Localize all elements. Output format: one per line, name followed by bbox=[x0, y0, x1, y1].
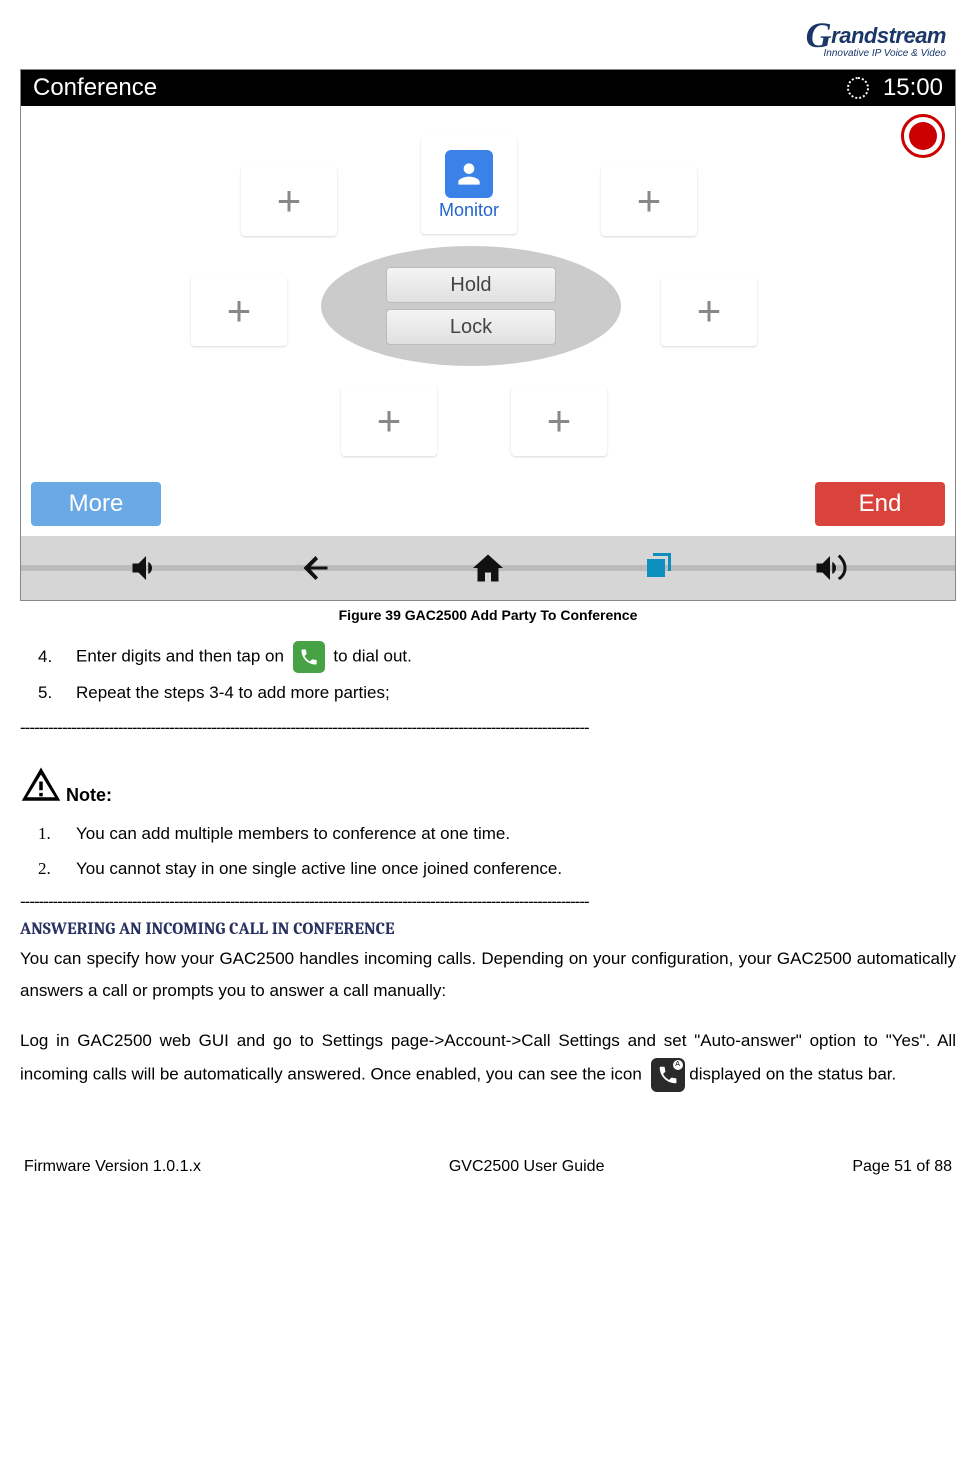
logo-g: G bbox=[806, 15, 832, 55]
paragraph: You can specify how your GAC2500 handles… bbox=[20, 943, 956, 1008]
note-label: Note: bbox=[66, 785, 112, 806]
refresh-icon bbox=[847, 77, 869, 99]
plus-icon: + bbox=[547, 400, 572, 442]
monitor-tile[interactable]: Monitor bbox=[421, 136, 517, 234]
note-list: 1. You can add multiple members to confe… bbox=[20, 820, 956, 884]
page-footer: Firmware Version 1.0.1.x GVC2500 User Gu… bbox=[20, 1158, 956, 1176]
footer-right: Page 51 of 88 bbox=[852, 1158, 952, 1176]
back-icon[interactable] bbox=[297, 548, 337, 588]
add-slot[interactable]: + bbox=[241, 166, 337, 236]
recent-apps-icon[interactable] bbox=[639, 548, 679, 588]
figure-caption: Figure 39 GAC2500 Add Party To Conferenc… bbox=[20, 607, 956, 623]
plus-icon: + bbox=[227, 290, 252, 332]
center-controls: Hold Lock bbox=[321, 246, 621, 366]
app-title: Conference bbox=[33, 74, 157, 102]
logo-text: randstream bbox=[831, 23, 946, 48]
plus-icon: + bbox=[637, 180, 662, 222]
add-slot[interactable]: + bbox=[191, 276, 287, 346]
brand-logo: Grandstream Innovative IP Voice & Video bbox=[20, 10, 956, 59]
lock-button[interactable]: Lock bbox=[386, 309, 556, 345]
divider: ----------------------------------------… bbox=[20, 718, 956, 738]
more-button[interactable]: More bbox=[31, 482, 161, 526]
record-button[interactable] bbox=[901, 114, 945, 158]
footer-center: GVC2500 User Guide bbox=[449, 1158, 605, 1176]
section-heading: ANSWERING AN INCOMING CALL IN CONFERENCE bbox=[20, 920, 956, 939]
step-number: 4. bbox=[38, 643, 62, 672]
note-number: 2. bbox=[38, 855, 62, 884]
list-item: 5. Repeat the steps 3-4 to add more part… bbox=[20, 679, 956, 708]
plus-icon: + bbox=[277, 180, 302, 222]
paragraph-text: displayed on the status bar. bbox=[689, 1064, 896, 1083]
paragraph: Log in GAC2500 web GUI and go to Setting… bbox=[20, 1025, 956, 1091]
clock-time: 15:00 bbox=[883, 74, 943, 102]
volume-down-icon[interactable] bbox=[126, 548, 166, 588]
step-text: Repeat the steps 3-4 to add more parties… bbox=[76, 679, 390, 708]
warning-icon bbox=[20, 764, 62, 806]
note-text: You can add multiple members to conferen… bbox=[76, 820, 510, 849]
plus-icon: + bbox=[377, 400, 402, 442]
note-text: You cannot stay in one single active lin… bbox=[76, 855, 562, 884]
plus-icon: + bbox=[697, 290, 722, 332]
list-item: 2. You cannot stay in one single active … bbox=[20, 855, 956, 884]
note-header: Note: bbox=[20, 764, 956, 806]
add-slot[interactable]: + bbox=[341, 386, 437, 456]
step-list: 4. Enter digits and then tap on to dial … bbox=[20, 641, 956, 708]
status-bar: Conference 15:00 bbox=[21, 70, 955, 106]
hold-button[interactable]: Hold bbox=[386, 267, 556, 303]
end-button[interactable]: End bbox=[815, 482, 945, 526]
nav-bar bbox=[21, 536, 955, 600]
conference-body: + + + + + + Monitor Hold Lock More End bbox=[21, 106, 955, 536]
note-number: 1. bbox=[38, 820, 62, 849]
home-icon[interactable] bbox=[468, 548, 508, 588]
auto-answer-icon: A bbox=[651, 1058, 685, 1092]
add-slot[interactable]: + bbox=[661, 276, 757, 346]
footer-left: Firmware Version 1.0.1.x bbox=[24, 1158, 201, 1176]
person-icon bbox=[445, 150, 493, 198]
list-item: 1. You can add multiple members to confe… bbox=[20, 820, 956, 849]
dial-icon bbox=[293, 641, 325, 673]
add-slot[interactable]: + bbox=[511, 386, 607, 456]
step-number: 5. bbox=[38, 679, 62, 708]
add-slot[interactable]: + bbox=[601, 166, 697, 236]
step-text: to dial out. bbox=[333, 646, 411, 665]
screenshot-figure: Conference 15:00 + + + + + + Monitor Hol… bbox=[20, 69, 956, 601]
monitor-label: Monitor bbox=[439, 200, 499, 221]
list-item: 4. Enter digits and then tap on to dial … bbox=[20, 641, 956, 673]
step-text: Enter digits and then tap on bbox=[76, 646, 284, 665]
divider: ----------------------------------------… bbox=[20, 892, 956, 912]
volume-up-icon[interactable] bbox=[810, 548, 850, 588]
